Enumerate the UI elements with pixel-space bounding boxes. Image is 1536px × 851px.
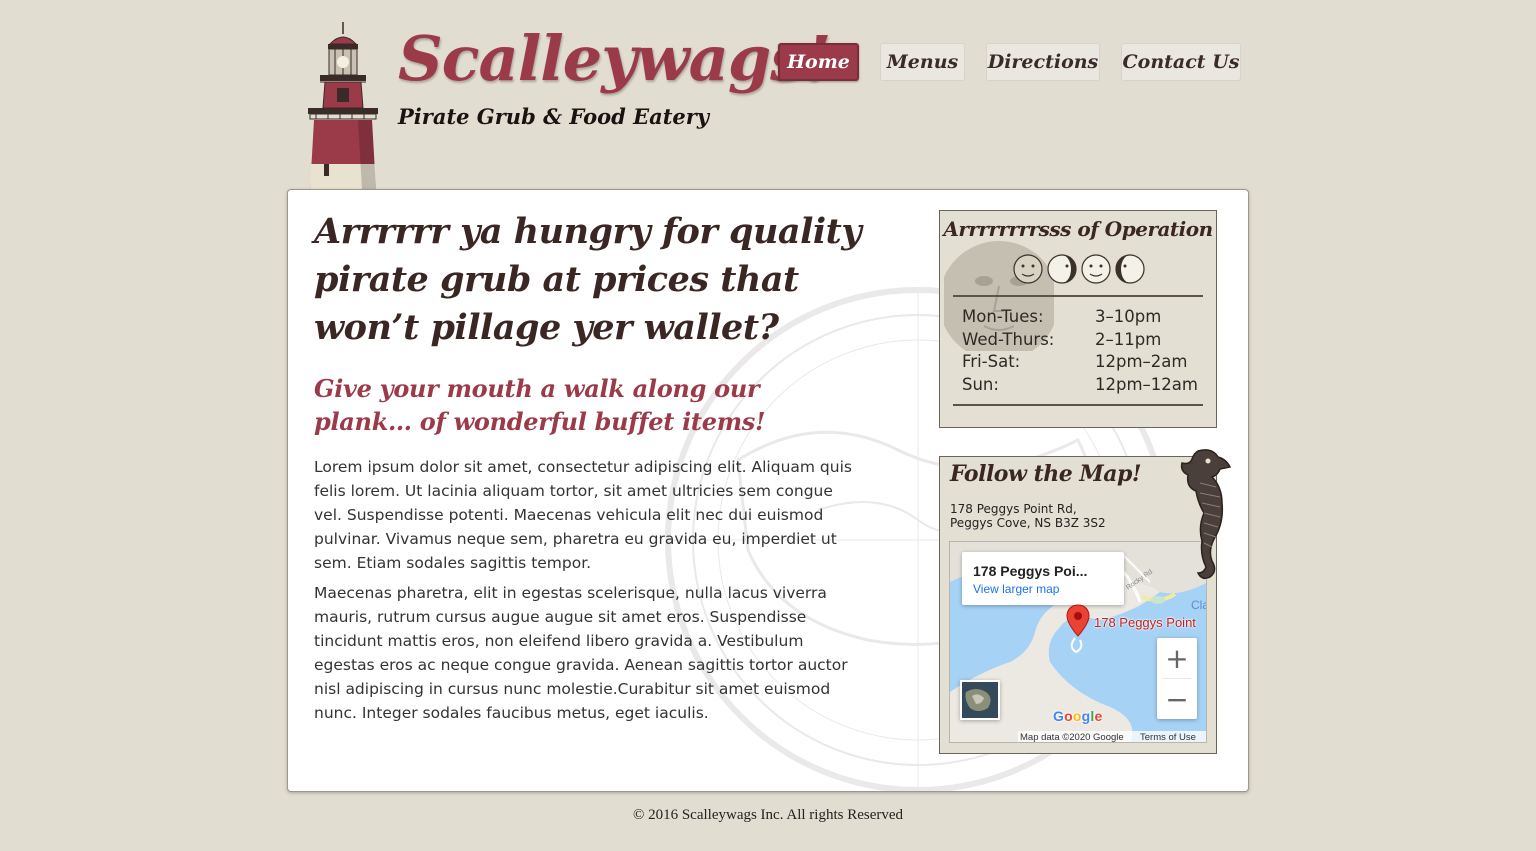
hours-divider-bottom (953, 404, 1203, 406)
map-attribution-bar: Map data ©2020 Google Terms of Use (1018, 731, 1206, 743)
satellite-thumbnail-icon (962, 682, 998, 718)
satellite-toggle[interactable] (960, 680, 1000, 720)
lighthouse-logo (308, 22, 378, 190)
nav-home[interactable]: Home (778, 43, 859, 81)
seahorse-icon (1180, 449, 1232, 580)
address-line-1: 178 Peggys Point Rd, (950, 502, 1077, 516)
map-title: Follow the Map! (950, 461, 1142, 487)
map-zoom-control: + − (1157, 638, 1197, 719)
main-content-card: Arrrrrr ya hungry for quality pirate gru… (287, 189, 1249, 792)
intro-paragraph-1: Lorem ipsum dolor sit amet, consectetur … (314, 458, 852, 572)
map-pin-icon[interactable] (1066, 604, 1090, 642)
moon-phases-icon (1013, 254, 1145, 284)
zoom-in-button[interactable]: + (1157, 638, 1197, 678)
hours-divider-top (953, 295, 1203, 297)
zoom-out-button[interactable]: − (1157, 679, 1197, 719)
follow-the-map-box: Follow the Map! 178 Peggys Point Rd, Peg… (939, 449, 1232, 754)
hours-of-operation-box: Arrrrrrrrsss of Operation Mon-Tues: 3–10… (939, 210, 1217, 428)
nav-contact-us[interactable]: Contact Us (1121, 43, 1241, 81)
brand-tagline: Pirate Grub & Food Eatery (398, 104, 710, 129)
hours-time: 12pm–12am (1095, 375, 1198, 394)
hours-title: Arrrrrrrrsss of Operation (943, 217, 1213, 241)
address-line-2: Peggys Cove, NS B3Z 3S2 (950, 516, 1106, 530)
hours-day: Sun: (962, 375, 999, 394)
page-subheading: Give your mouth a walk along our plank… … (314, 374, 766, 436)
google-logo: Google (1053, 708, 1103, 724)
page-footer: © 2016 Scalleywags Inc. All rights Reser… (632, 807, 904, 823)
brand-title[interactable]: Scalleywags! (398, 22, 831, 95)
map-info-place-name: 178 Peggys Poi... (973, 563, 1088, 579)
address: 178 Peggys Point Rd, Peggys Cove, NS B3Z… (950, 502, 1106, 530)
hours-time: 3–10pm (1095, 307, 1162, 326)
hours-time: 2–11pm (1095, 330, 1162, 349)
view-larger-map-link[interactable]: View larger map (973, 582, 1059, 596)
nav-directions[interactable]: Directions (986, 43, 1100, 81)
hours-day: Mon-Tues: (962, 307, 1044, 326)
hours-day: Wed-Thurs: (962, 330, 1055, 349)
page-headline: Arrrrrr ya hungry for quality pirate gru… (314, 211, 862, 348)
partial-place-label: Cla (1191, 598, 1206, 612)
pin-label: 178 Peggys Point (1094, 615, 1196, 630)
page: Scalleywags! Pirate Grub & Food Eatery H… (0, 0, 1536, 851)
hours-time: 12pm–2am (1095, 352, 1188, 371)
terms-of-use-link[interactable]: Terms of Use (1140, 732, 1196, 742)
hours-day: Fri-Sat: (962, 352, 1021, 371)
nav-menus[interactable]: Menus (880, 43, 965, 81)
intro-paragraph-2: Maecenas pharetra, elit in egestas scele… (314, 584, 848, 722)
map-info-card: 178 Peggys Poi... View larger map (962, 552, 1124, 605)
map-data-attribution: Map data ©2020 Google (1020, 732, 1124, 743)
